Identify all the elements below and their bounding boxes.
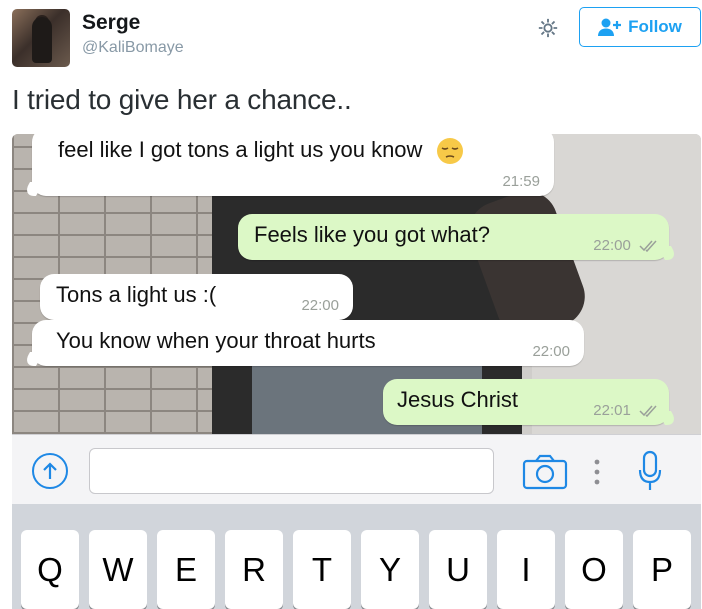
message-text: Feels like you got what? [254,222,491,247]
message-time: 22:00 [593,237,631,254]
key-o[interactable]: O [565,530,623,609]
upload-arrow-icon[interactable] [32,453,68,489]
tweet-text: I tried to give her a chance.. [12,84,352,115]
key-w[interactable]: W [89,530,147,609]
message-bubble-outgoing[interactable]: Jesus Christ 22:01 [383,379,680,425]
pensive-face-icon [436,138,463,164]
key-t[interactable]: T [293,530,351,609]
key-y[interactable]: Y [361,530,419,609]
key-r[interactable]: R [225,530,283,609]
message-bubble-incoming[interactable]: You know when your throat hurts 22:00 [21,320,584,366]
vertical-dots-icon[interactable] [594,459,600,485]
key-i[interactable]: I [497,530,555,609]
message-input-bar [12,434,701,504]
gear-icon[interactable] [537,17,559,39]
message-time: 22:00 [301,297,339,314]
message-time: 22:01 [593,402,631,419]
key-e[interactable]: E [157,530,215,609]
tweet-header: Serge @KaliBomaye Follow [0,0,702,72]
message-text: feel like I got tons a light us you know [58,136,423,162]
chat-screenshot: feel like I got tons a light us you know… [12,134,701,609]
follow-label: Follow [628,17,682,36]
author-handle[interactable]: @KaliBomaye [82,39,184,57]
key-q[interactable]: Q [21,530,79,609]
message-bubble-incoming[interactable]: Tons a light us :( 22:00 [40,274,353,320]
message-text: Jesus Christ [397,387,519,412]
message-input[interactable] [89,448,494,494]
author-name[interactable]: Serge [82,11,140,35]
add-user-icon [598,18,622,36]
key-u[interactable]: U [429,530,487,609]
microphone-icon[interactable] [638,450,662,492]
message-time: 21:59 [502,173,540,190]
message-bubble-outgoing[interactable]: Feels like you got what? 22:00 [238,214,680,260]
follow-button[interactable]: Follow [579,7,701,47]
message-text: Tons a light us :( [56,282,217,307]
message-bubble-incoming[interactable]: feel like I got tons a light us you know… [21,134,554,196]
keyboard: Q W E R T Y U I O P [12,504,701,609]
camera-icon[interactable] [522,454,568,490]
avatar[interactable] [12,9,70,67]
key-p[interactable]: P [633,530,691,609]
message-time: 22:00 [532,343,570,360]
message-text: You know when your throat hurts [56,328,376,353]
